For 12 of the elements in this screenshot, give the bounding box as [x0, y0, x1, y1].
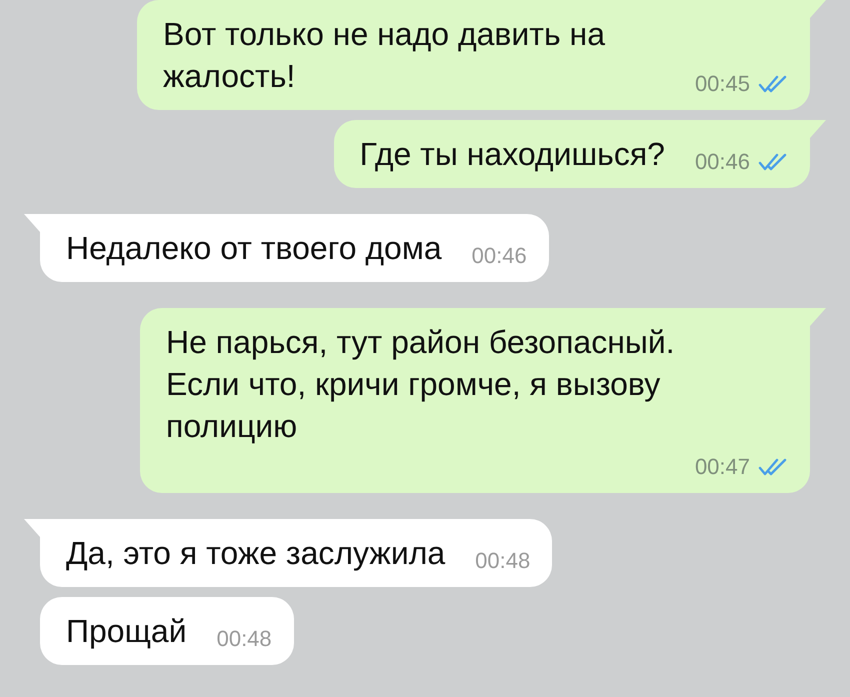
message-time: 00:48	[216, 625, 272, 653]
message-text: Вот только не надо давить на жалость!	[163, 15, 606, 96]
message-text: Недалеко от твоего дома	[66, 229, 442, 268]
message-time: 00:46	[472, 242, 527, 270]
message-text: Где ты находишься?	[360, 135, 665, 174]
message-time: 00:48	[475, 547, 530, 575]
message-text: Да, это я тоже заслужила	[66, 534, 446, 573]
message-text: Не парься, тут район безопасный. Если что, кричи громче, я вызову полицию	[166, 323, 676, 446]
message-time: 00:45	[694, 70, 750, 98]
message-time: 00:47	[694, 453, 750, 481]
message-time: 00:46	[694, 148, 750, 176]
message-text: Прощай	[66, 612, 187, 651]
